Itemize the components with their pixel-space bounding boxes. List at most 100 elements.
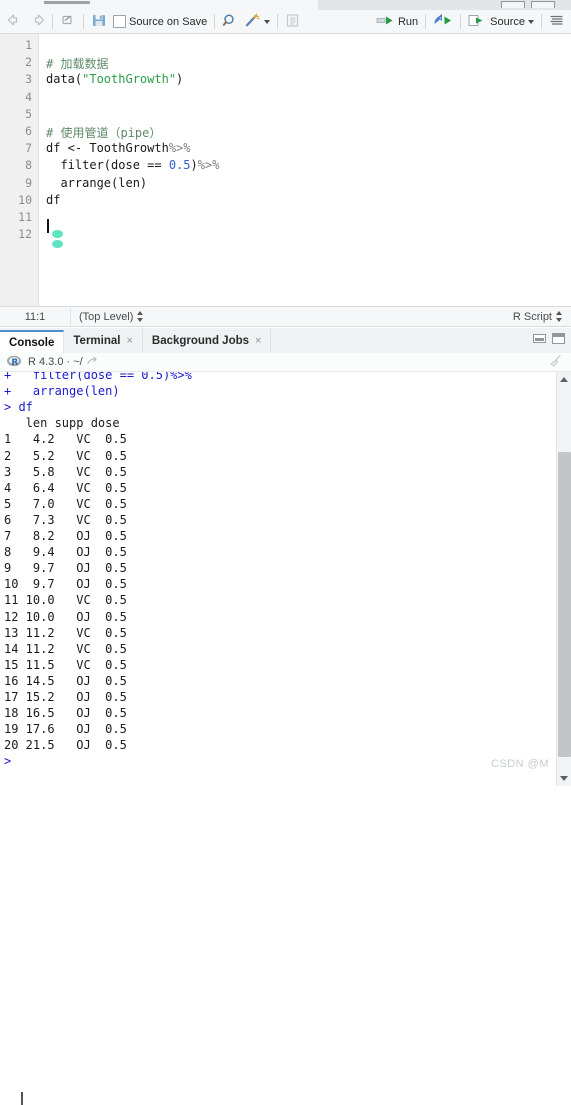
document-outline-button[interactable] (546, 11, 567, 33)
code-token: data( (46, 72, 83, 87)
run-button[interactable]: Run (373, 11, 421, 33)
forward-button[interactable] (26, 11, 48, 33)
code-line[interactable]: data("ToothGrowth") (46, 72, 183, 86)
code-line[interactable]: df <- ToothGrowth%>% (46, 141, 191, 155)
file-type-selector[interactable]: R Script (513, 311, 571, 323)
source-button[interactable]: Source (465, 11, 537, 33)
chevron-down-icon[interactable] (264, 19, 271, 24)
code-token: ) (176, 72, 184, 87)
rerun-button[interactable] (430, 11, 456, 33)
code-line[interactable]: filter(dose == 0.5)%>% (46, 158, 219, 172)
console-line: > (4, 754, 12, 769)
minimize-panel-icon[interactable] (533, 334, 546, 343)
source-arrow-icon (468, 14, 487, 30)
save-button[interactable] (88, 11, 110, 33)
source-editor[interactable]: 1 2 3 4 5 6 7 8 9 10 11 12 # 加载数据 data("ToothGrowth"… (0, 34, 571, 306)
chevron-down-icon[interactable] (528, 19, 534, 24)
tab-background-jobs[interactable]: Background Jobs × (142, 329, 272, 353)
back-button[interactable] (4, 11, 26, 33)
maximize-icon[interactable] (531, 1, 555, 8)
code-marker-line-12 (52, 240, 63, 248)
back-arrow-icon (7, 13, 23, 30)
compile-report-icon (285, 13, 300, 31)
tab-label: Console (9, 336, 55, 349)
popout-window-button[interactable] (57, 11, 79, 33)
source-label: Source (490, 15, 525, 28)
console-line: > df (4, 400, 33, 415)
code-token: df <- ToothGrowth (46, 141, 169, 156)
console-line: 13 11.2 VC 0.5 (4, 625, 127, 640)
console-line: 11 10.0 VC 0.5 (4, 593, 127, 608)
svg-text:R: R (11, 358, 18, 368)
minimize-icon[interactable] (501, 1, 525, 8)
r-version-label: R 4.3.0 · ~/ (28, 356, 83, 368)
scrollbar-thumb[interactable] (558, 452, 571, 757)
code-line[interactable]: # 使用管道（pipe） (46, 124, 161, 141)
console-line: + filter(dose == 0.5)%>% (4, 372, 192, 382)
console-line: len supp dose (4, 416, 120, 431)
console-line: 2 5.2 VC 0.5 (4, 448, 127, 463)
gutter-line-number: 10 (18, 192, 32, 207)
forward-arrow-icon (29, 13, 45, 30)
code-token: arrange(len) (46, 175, 148, 190)
toolbar-divider (541, 14, 542, 29)
file-type-label: R Script (512, 310, 552, 323)
open-directory-icon[interactable] (83, 355, 100, 370)
gutter-line-number: 6 (25, 124, 32, 138)
scope-label: (Top Level) (79, 310, 134, 323)
gutter-line-number: 5 (25, 106, 32, 121)
code-token: "ToothGrowth" (82, 72, 177, 87)
tab-terminal[interactable]: Terminal × (64, 329, 143, 353)
code-line[interactable]: df (46, 193, 60, 207)
checkbox-box (113, 15, 126, 28)
console-line: 18 16.5 OJ 0.5 (4, 706, 127, 721)
code-line[interactable]: # 加载数据 (46, 55, 108, 72)
popout-window-icon (60, 13, 76, 30)
find-replace-button[interactable] (219, 11, 241, 33)
console-line: 8 9.4 OJ 0.5 (4, 545, 127, 560)
document-outline-icon (549, 14, 564, 30)
toolbar-divider (425, 14, 427, 29)
scroll-down-arrow-icon[interactable] (560, 776, 568, 781)
code-token: %>% (197, 158, 220, 173)
code-token: # 加载数据 (46, 57, 109, 72)
save-disk-icon (91, 13, 107, 31)
maximize-panel-icon[interactable] (552, 333, 565, 344)
console-tab-bar: Console Terminal × Background Jobs × (0, 328, 571, 354)
console-line: 20 21.5 OJ 0.5 (4, 738, 127, 753)
run-label: Run (397, 15, 419, 28)
code-token: 0.5 (168, 158, 191, 173)
cursor-position: 11:1 (24, 310, 46, 323)
code-line[interactable]: arrange(len) (46, 176, 147, 190)
close-icon[interactable]: × (255, 335, 261, 347)
console-output[interactable]: + filter(dose == 0.5)%>% + arrange(len) > … (0, 372, 556, 786)
console-line: 6 7.3 VC 0.5 (4, 512, 127, 527)
console-line: 5 7.0 VC 0.5 (4, 496, 127, 511)
console-line: 16 14.5 OJ 0.5 (4, 673, 127, 688)
tab-console[interactable]: Console (0, 330, 65, 354)
gutter-line-number: 8 (25, 158, 32, 173)
console-line: 12 10.0 OJ 0.5 (4, 609, 127, 624)
gutter-line-number: 2 (25, 55, 32, 70)
gutter-line-number: 11 (18, 210, 32, 224)
console-panel: Console Terminal × Background Jobs × R R 4.3… (0, 328, 571, 1105)
console-line: 3 5.8 VC 0.5 (4, 464, 127, 479)
console-scrollbar[interactable] (556, 372, 571, 786)
scope-selector[interactable]: (Top Level) (71, 311, 144, 323)
source-on-save-checkbox[interactable]: Source on Save (110, 11, 210, 33)
updown-chevron-icon (137, 311, 144, 322)
console-line: 7 8.2 OJ 0.5 (4, 529, 127, 543)
code-tools-button[interactable] (241, 11, 273, 33)
console-line: 19 17.6 OJ 0.5 (4, 722, 127, 737)
editor-code-area[interactable]: # 加载数据 data("ToothGrowth") # 使用管道（pipe） df … (46, 34, 571, 306)
console-text-cursor (21, 1092, 23, 1105)
compile-report-button[interactable] (282, 11, 303, 33)
scroll-up-arrow-icon[interactable] (560, 377, 568, 382)
console-header: R R 4.3.0 · ~/ (0, 353, 571, 372)
toolbar-divider (460, 14, 462, 29)
clear-console-button[interactable] (547, 354, 571, 371)
code-token: # 使用管道（pipe） (46, 126, 162, 140)
magnifier-icon (222, 13, 238, 31)
close-icon[interactable]: × (126, 335, 132, 347)
code-token: filter(dose == (46, 158, 169, 173)
